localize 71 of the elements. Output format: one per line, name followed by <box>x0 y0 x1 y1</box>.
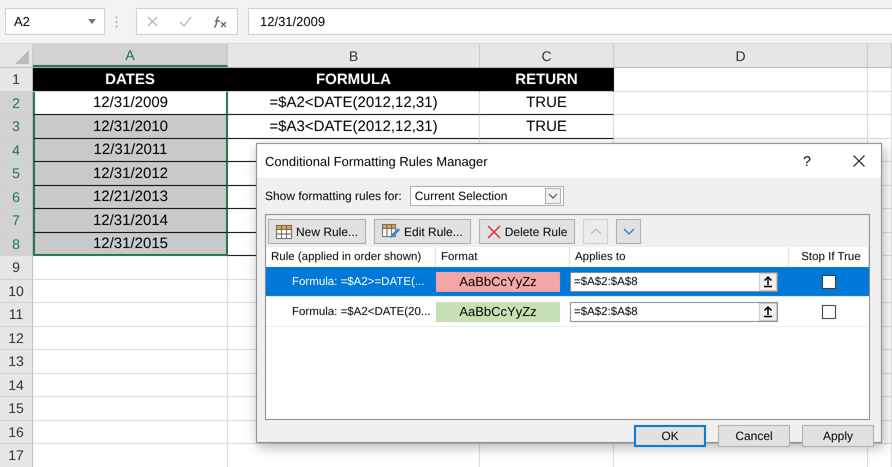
row-header[interactable]: 11 <box>0 303 33 326</box>
table-cell: 12/31/2014 <box>33 209 228 232</box>
delete-icon <box>486 224 501 238</box>
applies-to-field[interactable]: =$A$2:$A$8 <box>570 302 778 322</box>
table-pencil-icon <box>382 224 400 239</box>
row-header[interactable]: 4 <box>0 138 33 162</box>
move-down-button[interactable] <box>616 219 642 244</box>
column-header[interactable]: A <box>33 44 228 67</box>
row-header[interactable]: 6 <box>0 186 33 209</box>
header-cell: DATES <box>33 68 228 92</box>
dropdown-icon[interactable] <box>88 19 96 24</box>
checkbox[interactable] <box>822 304 836 318</box>
name-box[interactable]: A2 <box>5 8 105 35</box>
chevron-down-icon <box>544 188 561 204</box>
dialog-button[interactable]: OK <box>634 425 706 447</box>
checkbox[interactable] <box>822 274 836 288</box>
header-cell: RETURN <box>480 68 614 92</box>
column-header[interactable]: C <box>480 44 614 67</box>
table-cell: 12/31/2015 <box>33 232 228 256</box>
rule-row[interactable]: Formula: =$A2>=DATE(... AaBbCcYyZz =$A$2:$A$8 <box>266 267 869 297</box>
row-header[interactable]: 7 <box>0 209 33 232</box>
show-rules-label: Show formatting rules for: <box>265 189 402 203</box>
row-header[interactable]: 1 <box>0 68 33 92</box>
column-header[interactable]: B <box>228 44 480 67</box>
column-header[interactable]: D <box>614 44 868 67</box>
chevron-down-icon <box>622 228 635 235</box>
row-header[interactable]: 16 <box>0 420 33 444</box>
new-rule-button[interactable]: New Rule... <box>268 219 366 244</box>
collapse-icon[interactable] <box>759 272 777 290</box>
help-button[interactable]: ? <box>785 146 829 176</box>
row-header[interactable]: 3 <box>0 115 33 138</box>
formula-input[interactable]: 12/31/2009 <box>248 8 892 35</box>
table-cell: =$A2<DATE(2012,12,31) <box>228 92 480 115</box>
close-icon <box>853 155 865 167</box>
row-header[interactable]: 9 <box>0 256 33 280</box>
triangle-icon <box>15 50 29 64</box>
rule-row[interactable]: Formula: =$A2<DATE(20... AaBbCcYyZz =$A$2:$A$8 <box>266 297 869 327</box>
edit-rule-button[interactable]: Edit Rule... <box>374 219 471 244</box>
row-header[interactable]: 10 <box>0 280 33 303</box>
table-cell: 12/21/2013 <box>33 186 228 209</box>
rule-text: Formula: =$A2>=DATE(... <box>291 276 426 288</box>
table-cell: =$A3<DATE(2012,12,31) <box>228 115 480 138</box>
row-header[interactable]: 5 <box>0 162 33 186</box>
applies-to-field[interactable]: =$A$2:$A$8 <box>570 272 778 292</box>
header-cell: FORMULA <box>228 68 480 92</box>
name-box-value: A2 <box>14 14 30 29</box>
dialog-title: Conditional Formatting Rules Manager <box>265 154 489 168</box>
row-header[interactable]: 2 <box>0 92 33 115</box>
row-header[interactable]: 14 <box>0 374 33 397</box>
chevron-up-icon <box>590 228 602 235</box>
table-cell: TRUE <box>480 92 614 115</box>
table-cell: 12/31/2010 <box>33 115 228 138</box>
format-preview: AaBbCcYyZz <box>436 272 560 292</box>
table-icon <box>276 224 292 238</box>
rule-text: Formula: =$A2<DATE(20... <box>291 306 432 318</box>
row-header[interactable]: 8 <box>0 232 33 256</box>
row-header[interactable]: 13 <box>0 350 33 374</box>
function-icon[interactable] <box>212 16 227 28</box>
table-cell: 12/31/2011 <box>33 138 228 162</box>
collapse-icon[interactable] <box>759 302 777 320</box>
format-preview: AaBbCcYyZz <box>436 302 560 322</box>
delete-rule-button[interactable]: Delete Rule <box>478 219 576 244</box>
row-header[interactable]: 17 <box>0 444 33 467</box>
row-header[interactable]: 12 <box>0 326 33 350</box>
table-cell: TRUE <box>480 115 614 138</box>
show-rules-dropdown[interactable]: Current Selection <box>410 186 564 206</box>
row-header[interactable]: 15 <box>0 397 33 420</box>
table-cell: 12/31/2012 <box>33 162 228 186</box>
dialog-button[interactable]: Cancel <box>718 425 790 447</box>
dialog-button[interactable]: Apply <box>802 425 874 447</box>
grip-icon <box>115 16 118 28</box>
